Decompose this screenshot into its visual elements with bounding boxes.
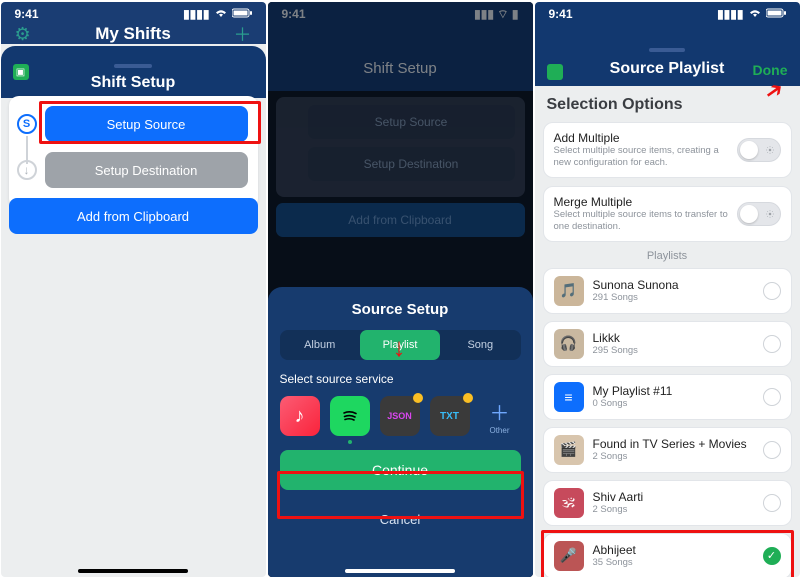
playlist-art-icon: ≡ bbox=[554, 382, 584, 412]
radio-icon[interactable] bbox=[763, 335, 781, 353]
option-name: Add Multiple bbox=[554, 131, 729, 145]
playlist-row[interactable]: 🎬 Found in TV Series + Movies2 Songs bbox=[543, 427, 792, 473]
playlist-name: Likkk bbox=[593, 331, 754, 345]
status-time: 9:41 bbox=[15, 7, 39, 21]
apple-music-icon[interactable]: ♪ bbox=[280, 396, 320, 436]
annotation-arrow-icon: ↓ bbox=[393, 332, 406, 363]
content-scroll[interactable]: Selection Options Add Multiple Select mu… bbox=[535, 90, 800, 577]
source-badge-icon: S bbox=[17, 114, 37, 134]
toggle-switch[interactable] bbox=[737, 202, 781, 226]
radio-icon[interactable] bbox=[763, 441, 781, 459]
playlist-name: My Playlist #11 bbox=[593, 384, 754, 398]
playlist-row[interactable]: 🎧 Likkk295 Songs bbox=[543, 321, 792, 367]
status-bar: 9:41 ▮▮▮▮ bbox=[535, 2, 800, 26]
radio-icon[interactable] bbox=[763, 282, 781, 300]
battery-icon bbox=[232, 7, 252, 21]
badge-dot-icon bbox=[463, 393, 473, 403]
setup-card: S ↓ Setup Source Setup Destination bbox=[9, 96, 258, 208]
json-service-icon[interactable]: JSON bbox=[380, 396, 420, 436]
option-name: Merge Multiple bbox=[554, 195, 729, 209]
playlist-count: 35 Songs bbox=[593, 557, 754, 568]
status-bar: 9:41 ▮▮▮▮ bbox=[1, 2, 266, 26]
playlist-row[interactable]: 🎤 Abhijeet35 Songs ✓ bbox=[543, 533, 792, 578]
status-icons: ▮▮▮ ⌔ ▮ bbox=[474, 7, 518, 22]
playlist-art-icon: 🎵 bbox=[554, 276, 584, 306]
playlist-row[interactable]: 🎵 Sunona Sunona291 Songs bbox=[543, 268, 792, 314]
screen-source-playlist: 9:41 ▮▮▮▮ Source Playlist Done ➔ Selecti… bbox=[535, 2, 800, 577]
screen-shift-setup: 9:41 ▮▮▮▮ ⚙ My Shifts ＋ Shift Setup ▣ S bbox=[1, 2, 266, 577]
save-icon[interactable]: ▣ bbox=[13, 64, 29, 80]
playlist-name: Found in TV Series + Movies bbox=[593, 437, 754, 451]
playlist-art-icon: 🕉 bbox=[554, 488, 584, 518]
playlist-count: 291 Songs bbox=[593, 292, 754, 303]
app-title: My Shifts bbox=[95, 24, 171, 44]
setup-destination-button: Setup Destination bbox=[308, 147, 515, 181]
signal-icon: ▮▮▮▮ bbox=[717, 7, 743, 21]
gear-icon[interactable]: ⚙ bbox=[15, 24, 31, 45]
playlist-count: 2 Songs bbox=[593, 451, 754, 462]
playlist-name: Sunona Sunona bbox=[593, 278, 754, 292]
drag-handle[interactable] bbox=[649, 48, 685, 52]
sheet-title: Shift Setup bbox=[1, 74, 266, 92]
sheet-title: Shift Setup bbox=[268, 46, 533, 91]
playlist-art-icon: 🎬 bbox=[554, 435, 584, 465]
playlist-count: 2 Songs bbox=[593, 504, 754, 515]
wifi-icon bbox=[214, 7, 228, 21]
cancel-button[interactable]: Cancel bbox=[280, 500, 521, 538]
playlist-art-icon: 🎧 bbox=[554, 329, 584, 359]
playlists-section-header: Playlists bbox=[543, 250, 792, 262]
segment-album[interactable]: Album bbox=[280, 330, 360, 360]
home-indicator[interactable] bbox=[78, 569, 188, 573]
playlist-row[interactable]: ≡ My Playlist #110 Songs bbox=[543, 374, 792, 420]
add-from-clipboard-button: Add from Clipboard bbox=[276, 203, 525, 237]
status-time: 9:41 bbox=[282, 7, 306, 21]
add-from-clipboard-button[interactable]: Add from Clipboard bbox=[9, 198, 258, 234]
playlist-art-icon: 🎤 bbox=[554, 541, 584, 571]
setup-source-button: Setup Source bbox=[308, 105, 515, 139]
add-other-service-button[interactable]: ＋Other bbox=[480, 397, 520, 435]
radio-icon[interactable] bbox=[763, 494, 781, 512]
selected-dot-icon bbox=[348, 440, 352, 444]
playlist-row[interactable]: 🕉 Shiv Aarti2 Songs bbox=[543, 480, 792, 526]
signal-icon: ▮▮▮▮ bbox=[183, 7, 209, 21]
popup-title: Source Setup bbox=[280, 301, 521, 318]
service-list: ♪ JSON TXT ＋Other bbox=[280, 396, 521, 436]
playlist-count: 295 Songs bbox=[593, 345, 754, 356]
sheet-header: Shift Setup bbox=[1, 46, 266, 98]
status-bar: 9:41 ▮▮▮ ⌔ ▮ bbox=[268, 2, 533, 26]
radio-icon[interactable] bbox=[763, 388, 781, 406]
option-desc: Select multiple source items to transfer… bbox=[554, 209, 729, 233]
option-merge-multiple[interactable]: Merge Multiple Select multiple source it… bbox=[543, 186, 792, 242]
screen-source-setup: 9:41 ▮▮▮ ⌔ ▮ Shift Setup Setup Source Se… bbox=[268, 2, 533, 577]
source-setup-sheet: Source Setup Album Playlist Song Select … bbox=[268, 287, 533, 577]
setup-source-button[interactable]: Setup Source bbox=[45, 106, 248, 142]
status-time: 9:41 bbox=[549, 7, 573, 21]
battery-icon bbox=[766, 7, 786, 21]
done-button[interactable]: Done bbox=[753, 62, 788, 78]
selection-options-header: Selection Options bbox=[547, 96, 788, 114]
wifi-icon bbox=[748, 7, 762, 21]
playlist-name: Abhijeet bbox=[593, 543, 754, 557]
destination-badge-icon: ↓ bbox=[17, 160, 37, 180]
spotify-icon[interactable] bbox=[330, 396, 370, 436]
txt-service-icon[interactable]: TXT bbox=[430, 396, 470, 436]
radio-selected-icon[interactable]: ✓ bbox=[763, 547, 781, 565]
status-icons: ▮▮▮▮ bbox=[183, 7, 251, 21]
option-add-multiple[interactable]: Add Multiple Select multiple source item… bbox=[543, 122, 792, 178]
option-desc: Select multiple source items, creating a… bbox=[554, 145, 729, 169]
continue-button[interactable]: Continue bbox=[280, 450, 521, 490]
playlist-name: Shiv Aarti bbox=[593, 490, 754, 504]
select-service-label: Select source service bbox=[280, 372, 521, 386]
toggle-switch[interactable] bbox=[737, 138, 781, 162]
status-icons: ▮▮▮▮ bbox=[717, 7, 785, 21]
home-indicator[interactable] bbox=[345, 569, 455, 573]
drag-handle[interactable] bbox=[114, 64, 152, 68]
playlist-count: 0 Songs bbox=[593, 398, 754, 409]
setup-destination-button[interactable]: Setup Destination bbox=[45, 152, 248, 188]
badge-dot-icon bbox=[413, 393, 423, 403]
segment-song[interactable]: Song bbox=[440, 330, 520, 360]
